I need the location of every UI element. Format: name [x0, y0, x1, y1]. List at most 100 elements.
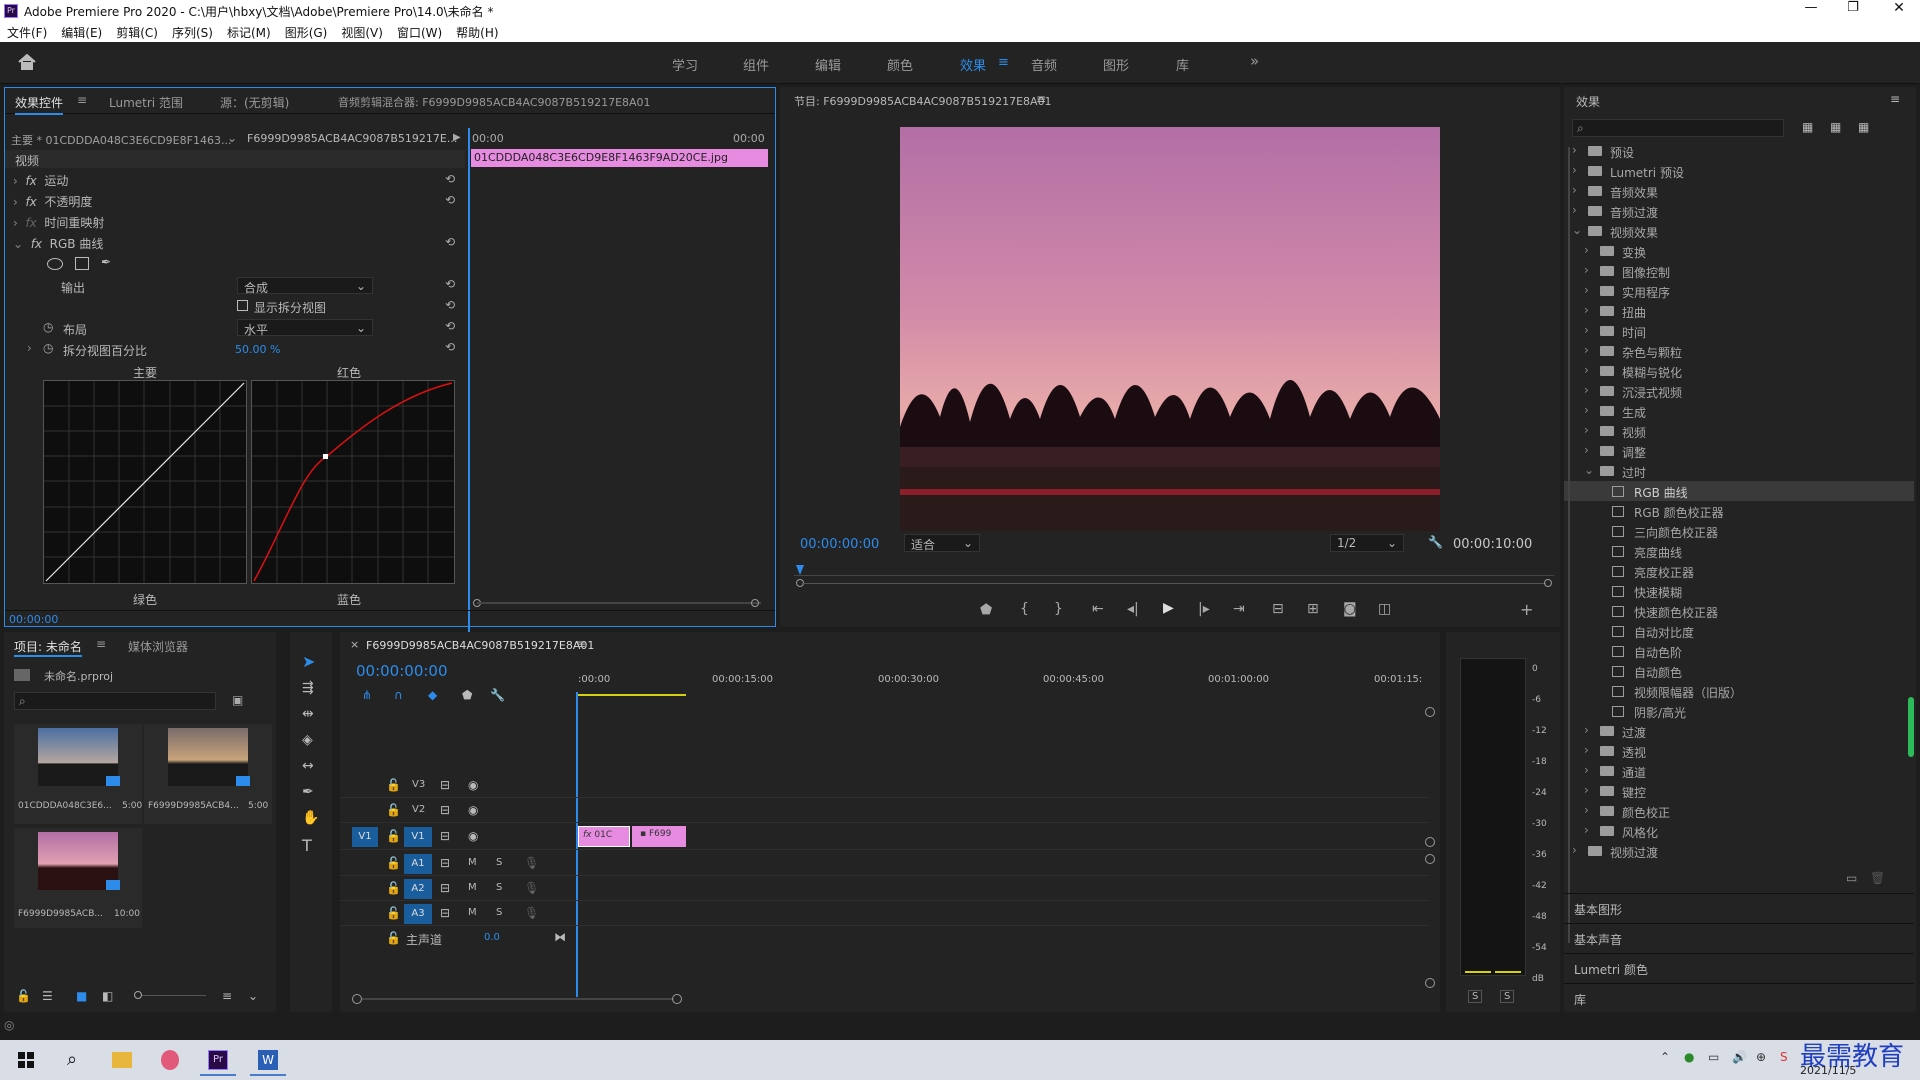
marker-icon[interactable]: ⬟	[462, 688, 472, 702]
icon-view-icon[interactable]: ■	[76, 989, 87, 1003]
new-bin-icon[interactable]: ▭	[1846, 871, 1857, 885]
lock-icon[interactable]: 🔓	[386, 906, 401, 920]
effects-tree-item[interactable]: › 音频过渡	[1564, 201, 1914, 221]
expand-chevron-icon[interactable]: ›	[1584, 263, 1589, 277]
step-forward-icon[interactable]: |▸	[1198, 601, 1210, 617]
expand-chevron-icon[interactable]: ›	[1584, 323, 1589, 337]
menu-sequence[interactable]: 序列(S)	[165, 22, 220, 43]
reset-icon[interactable]: ⟲	[445, 277, 455, 291]
more-workspaces-icon[interactable]: »	[1250, 52, 1259, 70]
vertical-scroll-handle[interactable]	[1425, 978, 1435, 988]
expand-chevron-icon[interactable]: ⌄	[1572, 223, 1582, 237]
effects-tree-item[interactable]: › 键控	[1564, 781, 1914, 801]
solo-button[interactable]: S	[496, 857, 502, 868]
effects-tree-item[interactable]: › 杂色与颗粒	[1564, 341, 1914, 361]
track-label[interactable]: A3	[404, 904, 432, 924]
timeline-settings-icon[interactable]: 🔧	[490, 688, 505, 702]
mute-button[interactable]: M	[468, 907, 477, 918]
effects-tree-item[interactable]: › 模糊与锐化	[1564, 361, 1914, 381]
premiere-taskbar-icon[interactable]: Pr	[200, 1044, 236, 1076]
32bit-effects-icon[interactable]: ▦	[1830, 120, 1841, 134]
reset-icon[interactable]: ⟲	[445, 340, 455, 354]
sort-icon[interactable]: ≡	[222, 989, 232, 1003]
output-select[interactable]: 合成 ⌄	[237, 277, 373, 295]
expand-chevron-icon[interactable]: ›	[1572, 163, 1577, 177]
effects-tree-item[interactable]: RGB 颜色校正器	[1564, 501, 1914, 521]
tray-app-icon[interactable]: ●	[1684, 1050, 1694, 1064]
effects-tree-item[interactable]: 视频限幅器（旧版）	[1564, 681, 1914, 701]
effects-tree-item[interactable]: › 视频	[1564, 421, 1914, 441]
effects-tree-item[interactable]: › 视频过渡	[1564, 841, 1914, 861]
menu-edit[interactable]: 编辑(E)	[54, 22, 109, 43]
expand-chevron-icon[interactable]: ›	[1572, 843, 1577, 857]
reset-icon[interactable]: ⟲	[445, 298, 455, 312]
workspace-assembly[interactable]: 组件	[743, 55, 769, 74]
menu-window[interactable]: 窗口(W)	[390, 22, 449, 43]
meter-solo-button[interactable]: S	[1500, 990, 1515, 1003]
timeline-zoom-scrollbar[interactable]	[352, 994, 682, 1004]
project-item[interactable]: 01CDDDA048C3E6... 5:00	[14, 724, 142, 824]
prop-opacity[interactable]: › fx 不透明度	[13, 193, 465, 210]
expand-chevron-icon[interactable]: ›	[1584, 403, 1589, 417]
master-dropdown-icon[interactable]: ⌄	[227, 131, 237, 145]
master-curve-graph[interactable]	[43, 380, 247, 584]
workspace-editing[interactable]: 编辑	[815, 55, 841, 74]
effects-tree-item[interactable]: 快速颜色校正器	[1564, 601, 1914, 621]
master-volume-value[interactable]: 0.0	[484, 932, 500, 943]
prop-rgb-curves[interactable]: ⌄ fx RGB 曲线	[13, 235, 465, 252]
tab-lumetri-scopes[interactable]: Lumetri 范围	[109, 94, 183, 111]
menu-clip[interactable]: 剪辑(C)	[109, 22, 165, 43]
split-view-checkbox[interactable]	[237, 300, 248, 311]
search-icon[interactable]: ⌕	[54, 1044, 90, 1076]
lock-icon[interactable]: 🔓	[386, 881, 401, 895]
reset-icon[interactable]: ⟲	[445, 319, 455, 333]
effects-scrollbar[interactable]	[1908, 697, 1914, 757]
track-label[interactable]: V1	[404, 827, 432, 847]
effects-tree-item[interactable]: › 透视	[1564, 741, 1914, 761]
effects-tree-item[interactable]: RGB 曲线	[1564, 481, 1914, 501]
effects-tree-item[interactable]: › 通道	[1564, 761, 1914, 781]
step-back-icon[interactable]: ◂|	[1127, 601, 1139, 617]
effects-tree-item[interactable]: 亮度校正器	[1564, 561, 1914, 581]
type-tool-icon[interactable]: T	[302, 836, 312, 855]
browser-icon[interactable]	[152, 1044, 188, 1076]
expand-chevron-icon[interactable]: ›	[1584, 723, 1589, 737]
track-a2[interactable]: 🔓 A2 ⊟ M S 🎙	[340, 877, 1430, 901]
hand-tool-icon[interactable]: ✋	[302, 810, 319, 826]
new-bin-icon[interactable]: ▣	[232, 693, 243, 707]
expand-chevron-icon[interactable]: ›	[1584, 783, 1589, 797]
workspace-learn[interactable]: 学习	[672, 55, 698, 74]
expand-chevron-icon[interactable]: ›	[1584, 343, 1589, 357]
project-item[interactable]: F6999D9985ACB4... 5:00	[144, 724, 272, 824]
expand-chevron-icon[interactable]: ›	[1584, 303, 1589, 317]
add-marker-icon[interactable]: ◆	[428, 688, 437, 702]
tab-audio-clip-mixer[interactable]: 音频剪辑混合器: F6999D9985ACB4AC9087B519217E8A0…	[338, 94, 651, 110]
close-tab-icon[interactable]: ×	[350, 638, 359, 651]
linked-selection-icon[interactable]: ∩	[394, 688, 403, 702]
sync-icon[interactable]: ⊟	[440, 856, 450, 870]
effects-tree-item[interactable]: › 生成	[1564, 401, 1914, 421]
effects-tree-item[interactable]: › 扭曲	[1564, 301, 1914, 321]
workspace-color[interactable]: 颜色	[887, 55, 913, 74]
track-a1[interactable]: 🔓 A1 ⊟ M S 🎙	[340, 852, 1430, 876]
panel-menu-icon[interactable]: ≡	[77, 93, 87, 107]
lock-icon[interactable]: 🔓	[386, 931, 401, 945]
expand-chevron-icon[interactable]: ›	[1572, 143, 1577, 157]
effects-tree-item[interactable]: › 实用程序	[1564, 281, 1914, 301]
effects-tree-item[interactable]: › 时间	[1564, 321, 1914, 341]
solo-button[interactable]: S	[496, 882, 502, 893]
menu-graphics[interactable]: 图形(G)	[278, 22, 335, 43]
track-a3[interactable]: 🔓 A3 ⊟ M S 🎙	[340, 902, 1430, 926]
mic-icon[interactable]: 🎙	[524, 906, 539, 920]
vertical-scroll-handle[interactable]	[1425, 837, 1435, 847]
panel-menu-icon[interactable]: ≡	[96, 637, 106, 651]
expand-chevron-icon[interactable]: ›	[1584, 243, 1589, 257]
windows-start-icon[interactable]	[8, 1044, 44, 1076]
panel-menu-icon[interactable]: ≡	[576, 637, 586, 651]
effects-search-input[interactable]: ⌕	[1572, 119, 1784, 137]
ec-clip-bar[interactable]: 01CDDDA048C3E6CD9E8F1463F9AD20CE.jpg	[471, 149, 768, 167]
effects-tree-item[interactable]: ⌄ 视频效果	[1564, 221, 1914, 241]
section-libraries[interactable]: 库	[1564, 983, 1914, 1011]
panel-menu-icon[interactable]: ≡	[1890, 92, 1900, 106]
eye-icon[interactable]: ◉	[468, 778, 478, 792]
